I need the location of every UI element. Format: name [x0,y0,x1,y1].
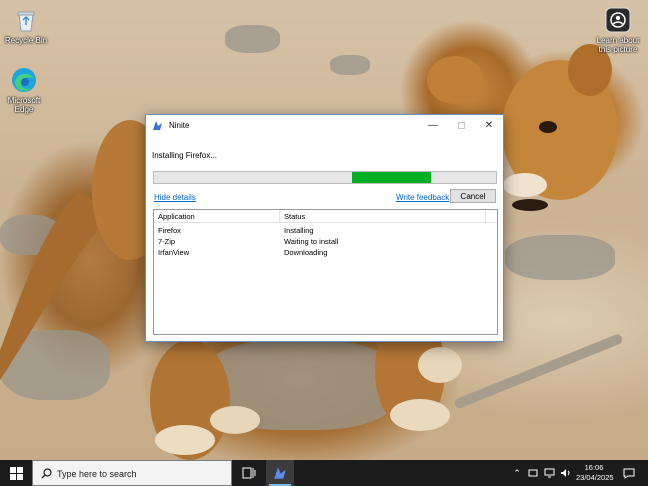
column-header-status[interactable]: Status [280,210,486,223]
title-bar[interactable]: Ninite — ✕ [146,115,503,136]
app-name: 7-Zip [158,237,176,246]
app-name: IrfanView [158,248,190,257]
column-header-application[interactable]: Application [154,210,280,223]
ninite-window: Ninite — ✕ Installing Firefox... Hide de… [145,114,504,342]
notification-icon [623,468,635,479]
tray-network[interactable] [542,460,556,486]
close-button[interactable]: ✕ [474,115,504,136]
taskbar: Type here to search ⌃ 16:06 23/04/2025 [0,460,648,486]
write-feedback-link[interactable]: Write feedback [396,193,449,202]
task-view-icon [242,467,256,479]
progress-bar [153,171,497,184]
learn-picture-shortcut[interactable]: Learn about this picture [593,6,643,54]
app-status: Installing [284,226,314,235]
app-name: Firefox [158,226,181,235]
taskbar-ninite-button[interactable] [266,460,294,486]
list-item[interactable]: Firefox Installing [154,225,497,236]
minimize-button[interactable]: — [418,115,448,136]
application-list[interactable]: Application Status Firefox Installing 7-… [153,209,498,335]
notifications-button[interactable] [618,460,640,486]
hide-details-link[interactable]: Hide details [154,193,196,202]
show-hidden-icons-button[interactable]: ⌃ [510,460,524,486]
start-button[interactable] [0,460,32,486]
cancel-button[interactable]: Cancel [450,189,496,203]
list-item[interactable]: IrfanView Downloading [154,247,497,258]
tray-volume[interactable] [558,460,572,486]
chevron-up-icon: ⌃ [513,467,521,478]
maximize-button [446,115,476,136]
list-item[interactable]: 7-Zip Waiting to install [154,236,497,247]
windows-icon [9,466,23,480]
list-header: Application Status [154,210,497,223]
ninite-taskbar-icon [274,467,286,479]
recycle-bin-shortcut[interactable]: Recycle Bin [2,6,50,45]
progress-fill [352,172,431,183]
edge-label: Microsoft Edge [7,96,41,114]
clock[interactable]: 16:06 23/04/2025 [576,463,614,483]
tray-meet-now[interactable] [526,460,540,486]
window-title: Ninite [169,121,190,130]
recycle-bin-icon [12,6,40,34]
app-status: Waiting to install [284,237,339,246]
close-icon: ✕ [484,120,494,131]
app-status: Downloading [284,248,328,257]
learn-picture-label: Learn about this picture [596,36,640,54]
learn-picture-icon [604,6,632,34]
maximize-icon [457,122,465,129]
recycle-bin-label: Recycle Bin [4,36,48,45]
edge-shortcut[interactable]: Microsoft Edge [0,66,48,114]
minimize-icon: — [428,120,438,131]
search-box[interactable]: Type here to search [32,460,232,486]
network-icon [544,468,554,478]
edge-icon [10,66,38,94]
task-view-button[interactable] [236,460,262,486]
search-placeholder: Type here to search [57,469,137,479]
install-status-text: Installing Firefox... [152,151,217,160]
volume-icon [560,469,569,477]
clock-date: 23/04/2025 [576,473,614,482]
clock-time: 16:06 [584,463,604,472]
meet-now-icon [528,469,538,477]
ninite-icon [152,120,163,131]
search-icon [41,468,52,479]
